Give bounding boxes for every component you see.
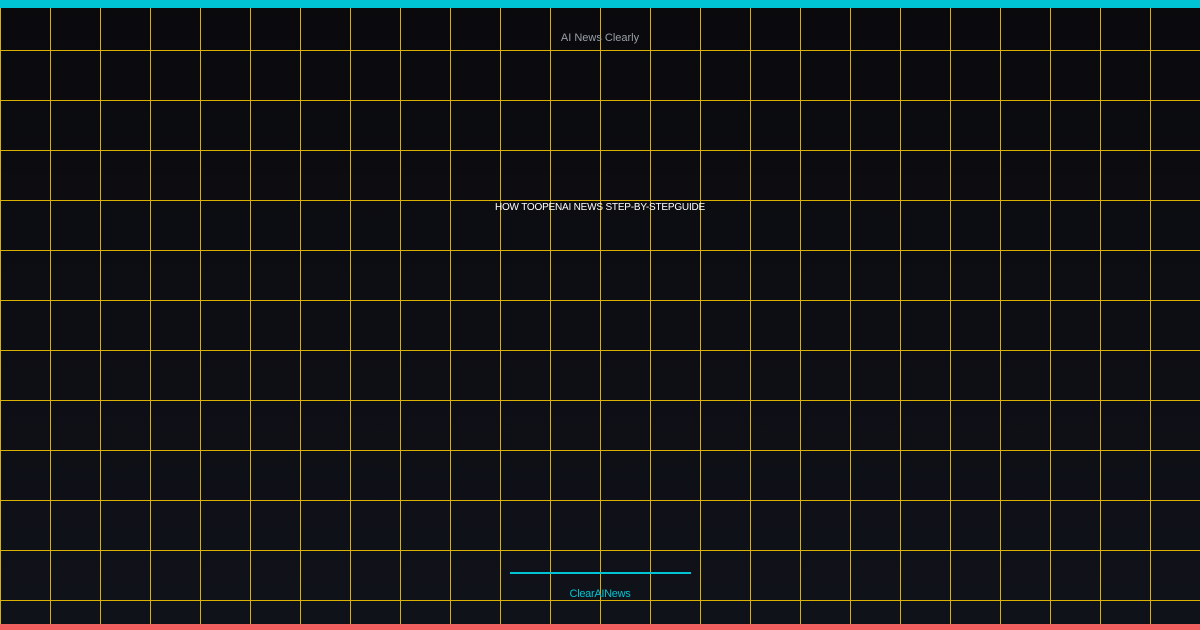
grid-background [0, 0, 1200, 630]
brand-name: AI News Clearly [560, 32, 640, 44]
og-card: AI News Clearly HOW TOOPENAI NEWS STEP-B… [0, 0, 1200, 630]
accent-divider [510, 572, 691, 574]
headline: HOW TOOPENAI NEWS STEP-BY-STEPGUIDE [494, 202, 706, 213]
footer-handle: ClearAINews [569, 588, 631, 600]
bottom-accent-bar [0, 624, 1200, 630]
top-accent-bar [0, 0, 1200, 8]
